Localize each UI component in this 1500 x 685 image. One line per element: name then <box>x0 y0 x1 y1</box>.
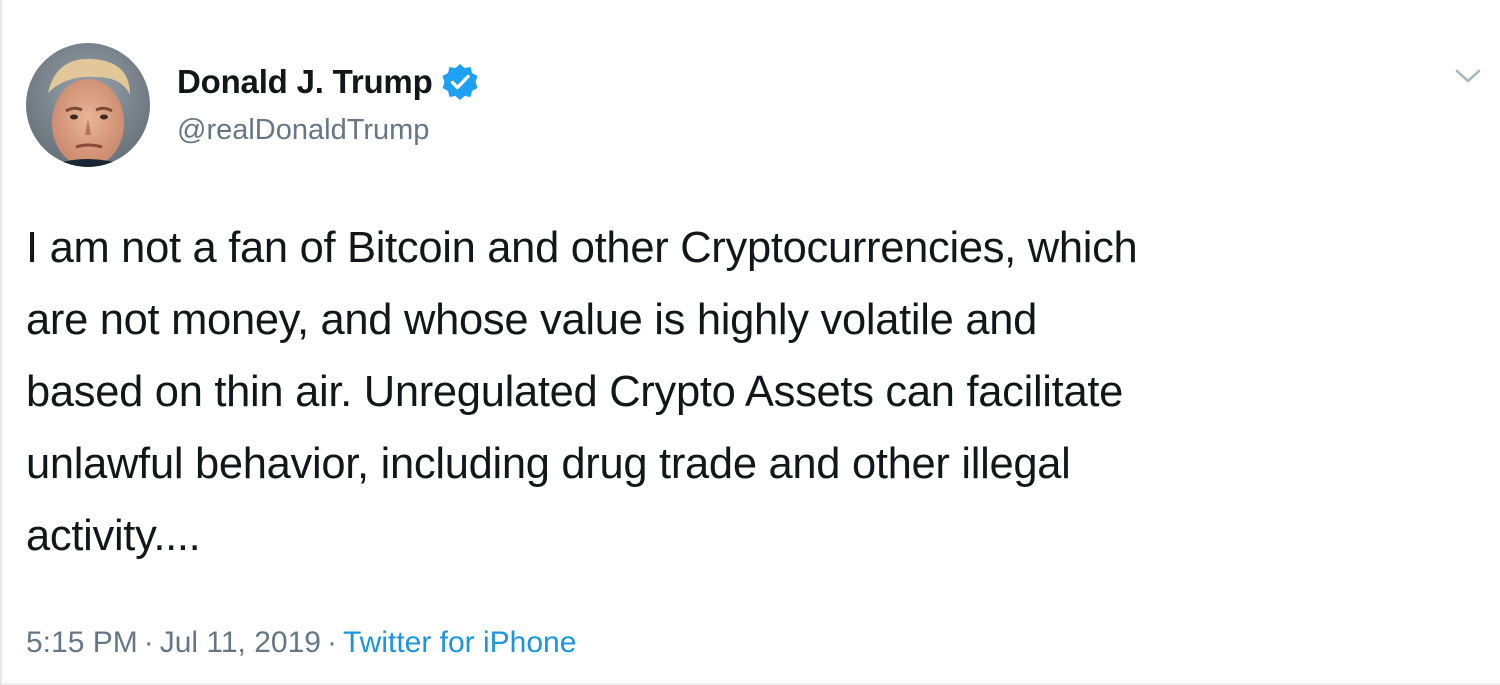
meta-separator: · <box>143 626 154 659</box>
author-display-name[interactable]: Donald J. Trump <box>177 63 433 101</box>
tweet-time[interactable]: 5:15 PM <box>26 626 138 659</box>
author-block: Donald J. Trump @realDonaldTrump <box>177 60 480 147</box>
verified-badge-icon <box>440 62 480 102</box>
tweet-card: Donald J. Trump @realDonaldTrump I am no… <box>0 0 1500 685</box>
avatar-image <box>26 43 150 167</box>
tweet-meta: 5:15 PM · Jul 11, 2019 · Twitter for iPhone <box>26 626 576 660</box>
author-handle[interactable]: @realDonaldTrump <box>177 114 480 147</box>
tweet-text: I am not a fan of Bitcoin and other Cryp… <box>26 224 1138 560</box>
avatar[interactable] <box>26 43 150 167</box>
tweet-source-link[interactable]: Twitter for iPhone <box>343 626 576 659</box>
name-row: Donald J. Trump <box>177 60 480 104</box>
meta-separator: · <box>326 626 337 659</box>
chevron-down-icon[interactable] <box>1454 66 1482 86</box>
tweet-date[interactable]: Jul 11, 2019 <box>160 626 321 659</box>
